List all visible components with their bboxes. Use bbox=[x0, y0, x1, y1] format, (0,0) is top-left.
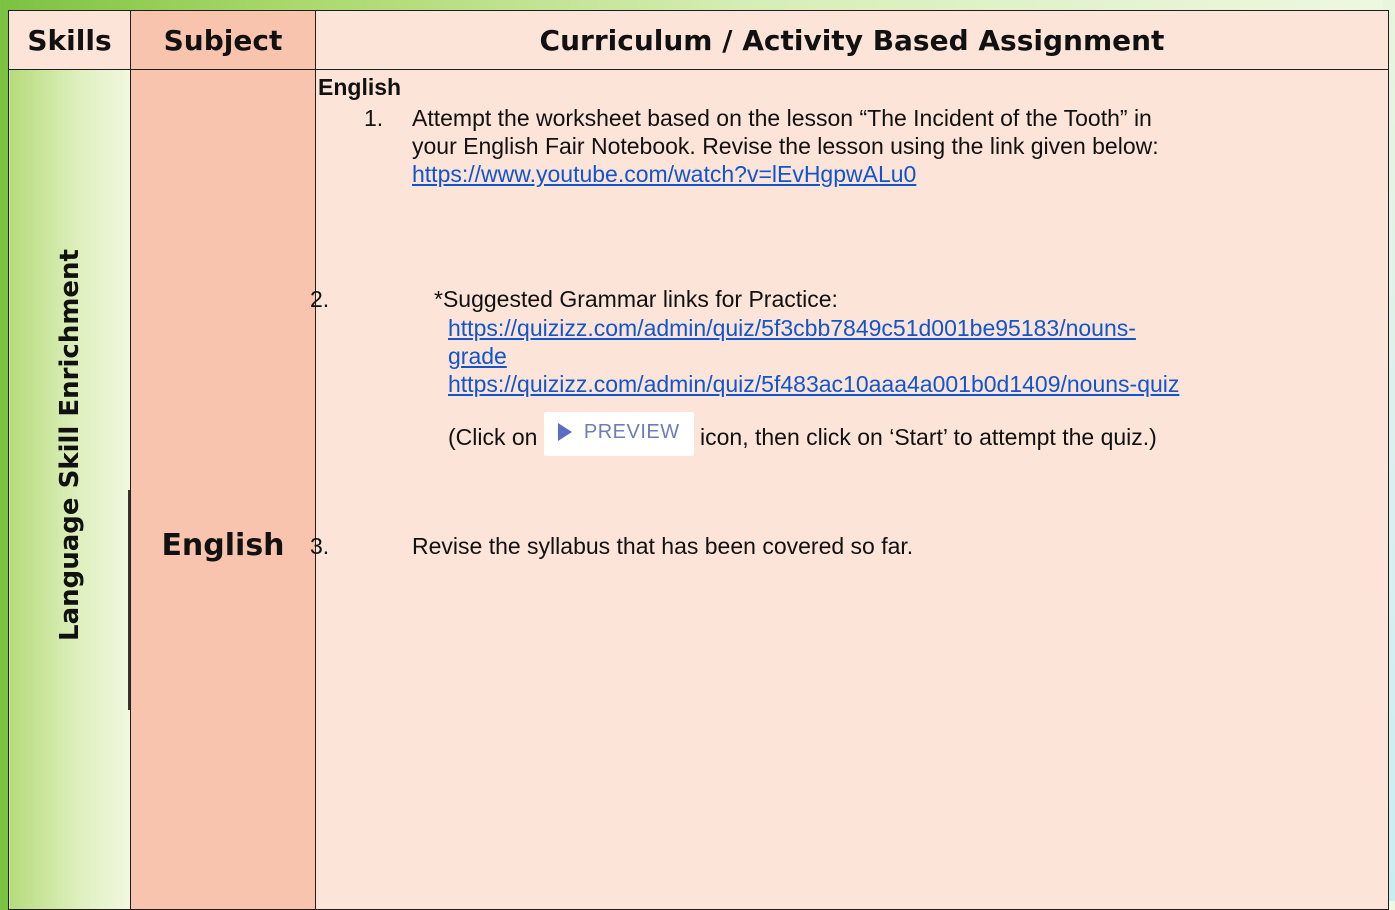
subject-cell: English bbox=[130, 69, 316, 910]
youtube-link[interactable]: https://www.youtube.com/watch?v=lEvHgpwA… bbox=[412, 160, 916, 188]
content-row: Language Skill Enrichment English Englis… bbox=[8, 69, 1389, 910]
click-instruction: (Click on PREVIEW icon, then click on ‘S… bbox=[448, 412, 1157, 456]
click-before-text: (Click on bbox=[448, 424, 538, 450]
curriculum-cell: English 1. Attempt the worksheet based o… bbox=[310, 69, 1389, 910]
item1-line2: your English Fair Notebook. Revise the l… bbox=[412, 133, 1159, 159]
skills-cell: Language Skill Enrichment bbox=[8, 69, 131, 910]
item3-number: 3. bbox=[310, 533, 330, 559]
quiz-link-1-part1[interactable]: https://quizizz.com/admin/quiz/5f3cbb784… bbox=[448, 314, 1136, 342]
header-skills: Skills bbox=[8, 10, 131, 70]
quiz-link-1-part2[interactable]: grade bbox=[448, 342, 507, 370]
quiz-link-2[interactable]: https://quizizz.com/admin/quiz/5f483ac10… bbox=[448, 370, 1179, 398]
play-icon bbox=[557, 423, 572, 441]
item2-number: 2. bbox=[310, 286, 330, 312]
section-heading: English bbox=[318, 74, 402, 100]
item1-number: 1. bbox=[364, 105, 384, 131]
item3-text: Revise the syllabus that has been covere… bbox=[412, 533, 914, 559]
subject-label: English bbox=[161, 528, 285, 563]
header-row: Skills Subject Curriculum / Activity Bas… bbox=[8, 10, 1389, 70]
item1-line1: Attempt the worksheet based on the lesso… bbox=[412, 105, 1152, 131]
preview-button[interactable]: PREVIEW bbox=[543, 412, 694, 456]
click-after-text: icon, then click on ‘Start’ to attempt t… bbox=[700, 424, 1157, 450]
item2-intro: *Suggested Grammar links for Practice: bbox=[434, 286, 838, 312]
header-curriculum: Curriculum / Activity Based Assignment bbox=[315, 10, 1389, 70]
assignment-table: Skills Subject Curriculum / Activity Bas… bbox=[8, 10, 1389, 910]
preview-label: PREVIEW bbox=[583, 421, 680, 443]
skill-label: Language Skill Enrichment bbox=[54, 249, 85, 641]
header-subject: Subject bbox=[130, 10, 316, 70]
